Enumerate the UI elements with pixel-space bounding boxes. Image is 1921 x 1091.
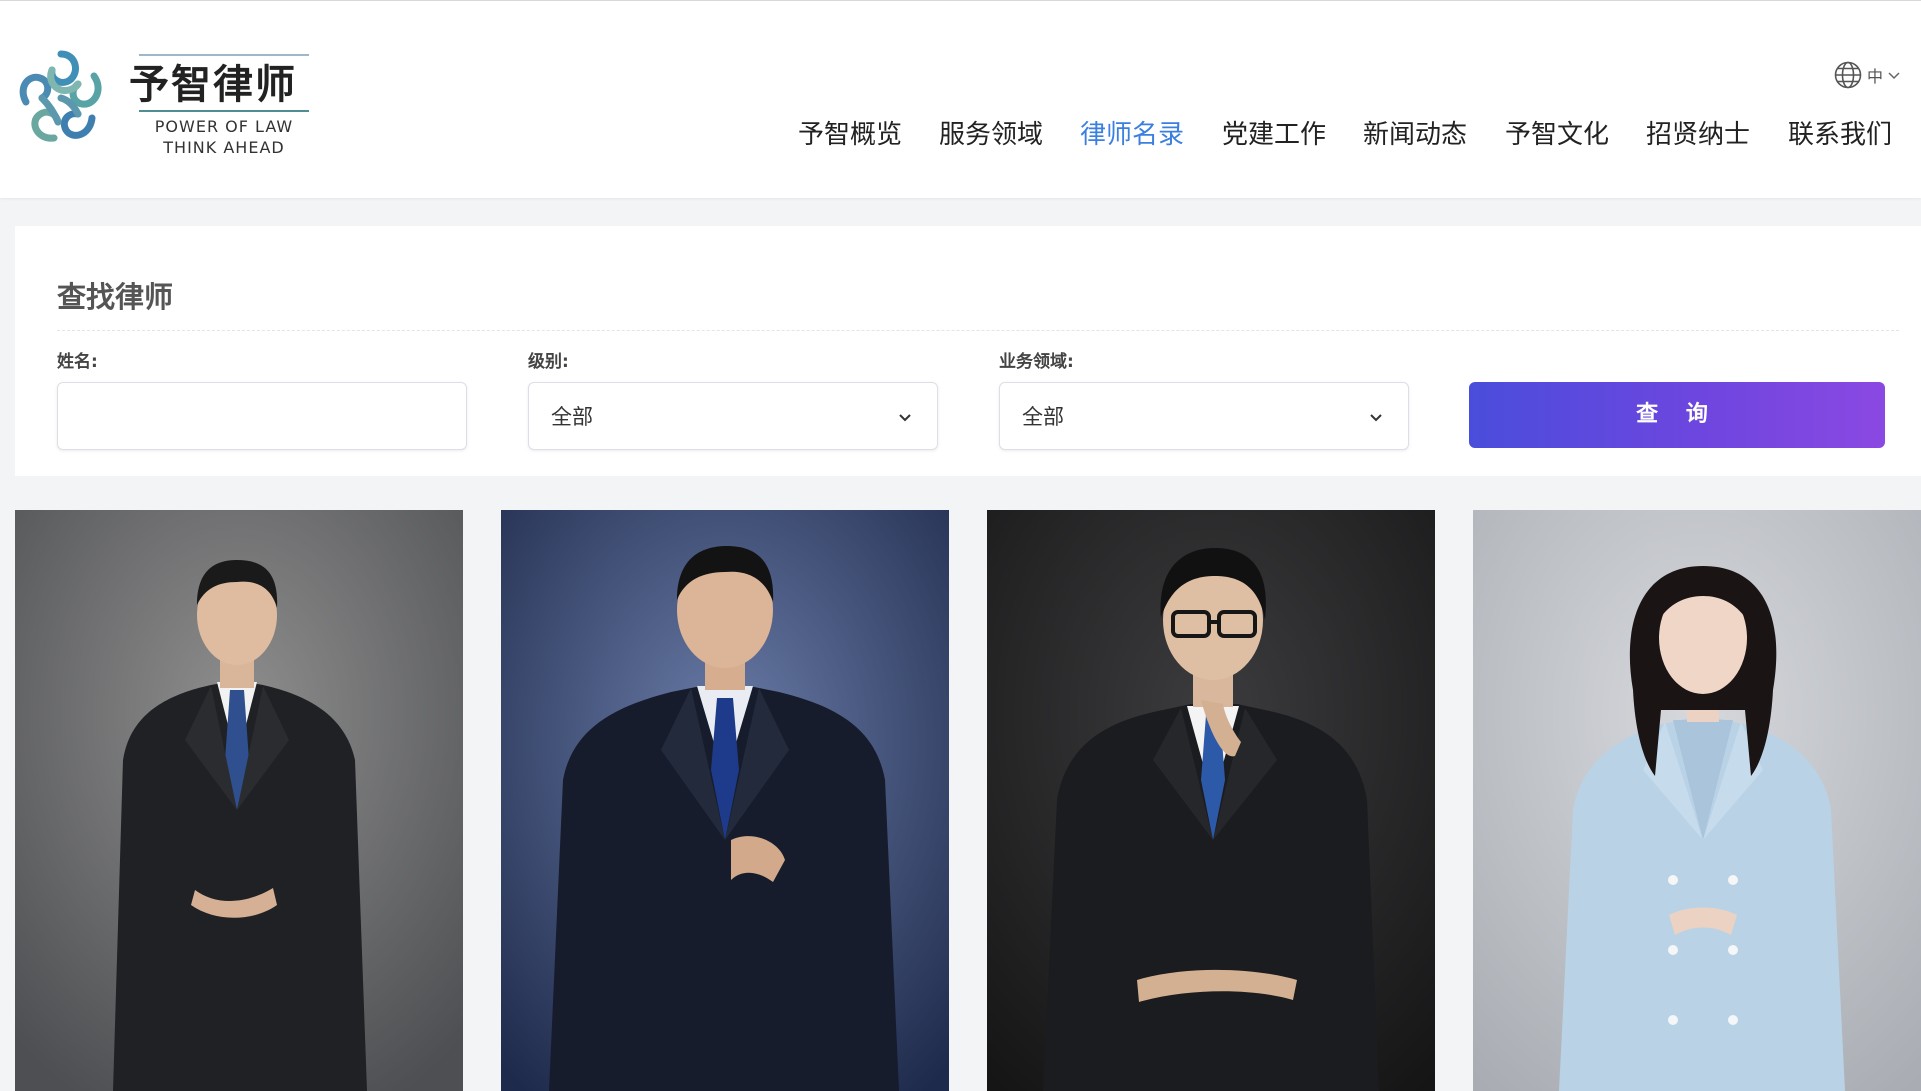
search-panel-title: 查找律师 xyxy=(57,280,174,314)
nav-item-overview[interactable]: 予智概览 xyxy=(798,117,902,153)
name-field-label: 姓名: xyxy=(57,352,98,372)
site-header: 予智律师 POWER OF LAW THINK AHEAD 中 予智概览 服务领… xyxy=(0,0,1921,198)
logo-tagline-1: POWER OF LAW xyxy=(154,117,294,136)
nav-item-news[interactable]: 新闻动态 xyxy=(1363,117,1467,153)
chevron-down-icon xyxy=(1370,414,1382,422)
lawyer-photo xyxy=(15,510,463,1091)
site-logo[interactable]: 予智律师 POWER OF LAW THINK AHEAD xyxy=(14,46,314,158)
logo-name-cn: 予智律师 xyxy=(129,62,297,108)
practice-area-select-value: 全部 xyxy=(1022,405,1064,429)
globe-icon xyxy=(1834,61,1862,89)
nav-item-party-work[interactable]: 党建工作 xyxy=(1222,117,1326,153)
lawyer-card-2[interactable] xyxy=(501,510,949,1091)
name-input[interactable] xyxy=(57,382,467,450)
lawyer-card-3[interactable] xyxy=(987,510,1435,1091)
language-switcher[interactable]: 中 xyxy=(1833,60,1901,90)
language-label: 中 xyxy=(1867,67,1884,86)
logo-top-rule xyxy=(139,54,309,56)
logo-mid-rule xyxy=(139,110,309,112)
lawyer-card-4[interactable] xyxy=(1473,510,1921,1091)
lawyer-photo xyxy=(501,510,949,1091)
logo-tagline-2: THINK AHEAD xyxy=(163,138,285,157)
lawyer-photo xyxy=(1473,510,1921,1091)
lawyer-card-1[interactable] xyxy=(15,510,463,1091)
chevron-down-icon xyxy=(1888,72,1900,80)
nav-item-lawyer-directory[interactable]: 律师名录 xyxy=(1080,117,1184,153)
nav-item-contact[interactable]: 联系我们 xyxy=(1788,117,1892,153)
query-button[interactable]: 查 询 xyxy=(1469,382,1885,448)
nav-item-culture[interactable]: 予智文化 xyxy=(1505,117,1609,153)
level-select-value: 全部 xyxy=(551,405,593,429)
practice-area-select[interactable]: 全部 xyxy=(999,382,1409,450)
level-field-label: 级别: xyxy=(528,352,569,372)
nav-item-service-areas[interactable]: 服务领域 xyxy=(939,117,1043,153)
panel-divider xyxy=(57,330,1899,331)
chevron-down-icon xyxy=(899,414,911,422)
level-select[interactable]: 全部 xyxy=(528,382,938,450)
area-field-label: 业务领域: xyxy=(999,352,1074,372)
lawyer-photo xyxy=(987,510,1435,1091)
lawyer-search-panel: 查找律师 姓名: 级别: 全部 业务领域: 全部 查 询 xyxy=(15,226,1921,476)
logo-knot-icon xyxy=(19,50,102,142)
nav-item-careers[interactable]: 招贤纳士 xyxy=(1646,117,1750,153)
